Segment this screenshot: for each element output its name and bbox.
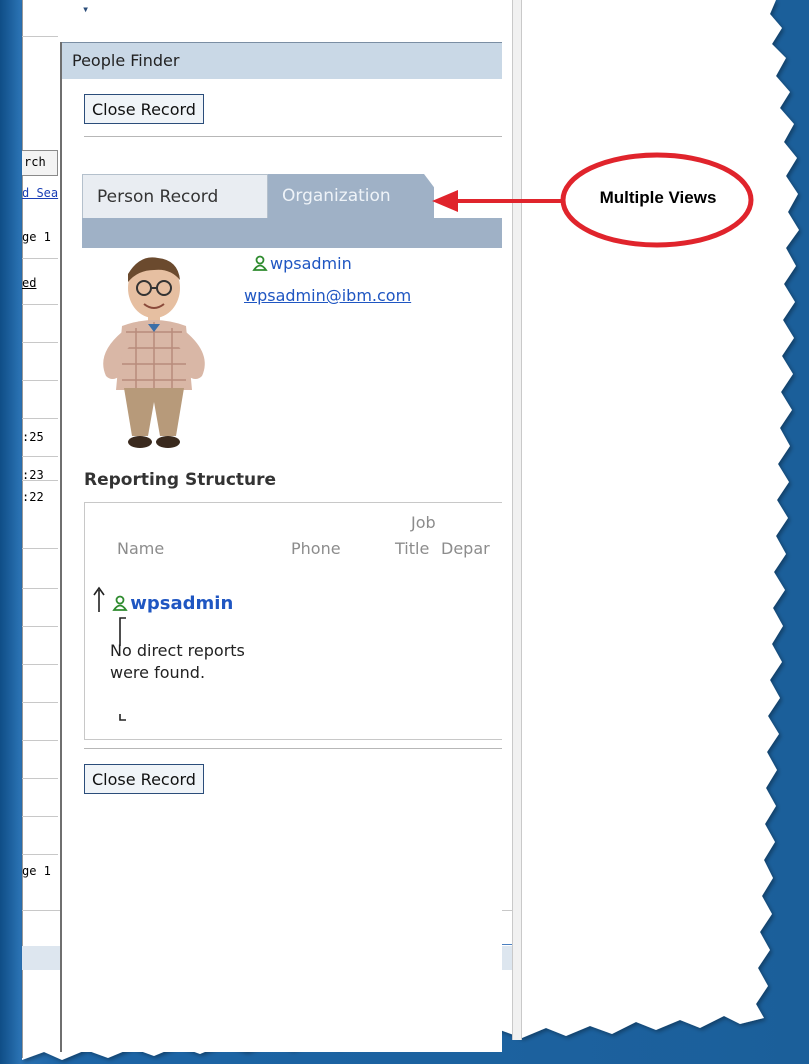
bg-time-1: :25	[22, 430, 44, 444]
column-header-name: Name	[117, 539, 165, 558]
bg-sort-link[interactable]: ed	[22, 276, 36, 290]
person-name[interactable]: wpsadmin	[252, 254, 352, 273]
people-finder-header: People Finder	[62, 42, 502, 79]
bg-row-line	[22, 342, 58, 343]
manager-name: wpsadmin	[130, 593, 234, 614]
reporting-structure-table: Name Phone Job Title Depar	[84, 502, 502, 740]
person-name-text: wpsadmin	[270, 254, 352, 273]
bg-page-indicator-bottom: ge 1	[22, 864, 51, 878]
people-finder-title: People Finder	[72, 51, 180, 70]
close-record-button-top[interactable]: Close Record	[84, 94, 204, 124]
bg-row-line	[22, 702, 58, 703]
tab-organization-label: Organization	[282, 186, 391, 206]
bg-row-line	[22, 304, 58, 305]
callout-label: Multiple Views	[599, 188, 717, 207]
bg-row-line	[22, 418, 58, 419]
user-icon	[112, 595, 128, 611]
tab-strip	[82, 218, 502, 248]
bg-row-line	[22, 664, 58, 665]
bg-row-line	[22, 816, 58, 817]
bg-divider	[22, 36, 58, 37]
person-photo	[82, 252, 226, 454]
bg-page-indicator-top: ge 1	[22, 230, 51, 244]
close-record-button-bottom[interactable]: Close Record	[84, 764, 204, 794]
column-header-job-line1: Job	[411, 513, 436, 532]
bg-time-3: :22	[22, 490, 44, 504]
tab-person-record[interactable]: Person Record	[82, 174, 268, 218]
bg-row-line	[22, 258, 58, 259]
slide: ▾ rch d Sea ge 1 ed :25 :23 :22 ge 1 Peo…	[0, 0, 809, 1064]
callout-arrow	[432, 190, 566, 212]
no-reports-message: No direct reports were found.	[110, 641, 245, 682]
bg-row-line	[22, 456, 58, 457]
bg-row-line	[22, 380, 58, 381]
bg-row-line	[22, 626, 58, 627]
bg-row-line	[22, 854, 58, 855]
bg-advanced-search-link[interactable]: d Sea	[22, 186, 58, 200]
bg-row-line	[22, 740, 58, 741]
reporting-structure-title: Reporting Structure	[84, 470, 277, 490]
bg-row-line	[22, 480, 58, 481]
divider	[84, 136, 502, 137]
column-header-job-line2: Title	[395, 539, 430, 558]
bg-row-line	[22, 548, 58, 549]
person-email-link[interactable]: wpsadmin@ibm.com	[244, 286, 411, 305]
column-header-department: Depar	[441, 539, 490, 558]
dropdown-arrow-icon[interactable]: ▾	[82, 2, 89, 16]
bg-row-line	[22, 588, 58, 589]
manager-row[interactable]: wpsadmin	[92, 586, 233, 617]
bg-row-line	[22, 778, 58, 779]
tab-person-record-label: Person Record	[97, 187, 219, 207]
tab-organization[interactable]: Organization	[268, 174, 434, 218]
user-icon	[252, 255, 268, 271]
column-header-phone: Phone	[291, 539, 341, 558]
bg-search-button-label: rch	[24, 155, 46, 169]
arrow-up-icon	[92, 586, 106, 617]
divider	[84, 748, 502, 749]
bg-search-button[interactable]: rch	[22, 150, 58, 176]
